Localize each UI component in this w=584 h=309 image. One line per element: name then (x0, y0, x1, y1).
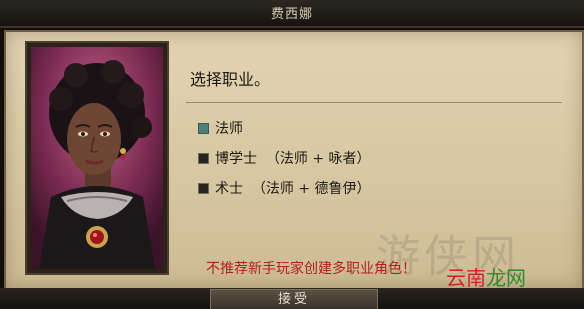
checkbox-icon[interactable] (198, 182, 209, 194)
accept-button[interactable]: 接受 (210, 289, 378, 309)
logo-part-1: 云南 (446, 266, 486, 290)
divider (186, 102, 562, 103)
class-option-sorcerer[interactable]: 术士 （法师 + 德鲁伊） (198, 178, 371, 198)
character-portrait (31, 47, 163, 269)
site-logo: 云南龙网 (446, 262, 526, 291)
class-option-label: 法师 (215, 121, 243, 137)
dialog-frame: 费西娜 选择职业。 法师 博学士 （法师 + 咏者） 术士 （法师 + 德鲁伊）… (0, 0, 584, 309)
class-option-loremaster[interactable]: 博学士 （法师 + 咏者） (198, 148, 371, 168)
class-option-wizard[interactable]: 法师 (198, 118, 243, 138)
title-bar: 费西娜 (0, 0, 584, 28)
class-option-label: 术士 （法师 + 德鲁伊） (215, 181, 371, 197)
character-name-title: 费西娜 (270, 7, 313, 22)
portrait-image (31, 47, 163, 269)
prompt-heading: 选择职业。 (190, 70, 271, 89)
logo-part-2: 龙网 (486, 266, 526, 290)
checkbox-icon[interactable] (198, 152, 209, 164)
portrait-frame (25, 41, 169, 275)
selected-checkbox-icon[interactable] (198, 122, 209, 134)
class-option-label: 博学士 （法师 + 咏者） (215, 151, 371, 167)
class-selection-panel: 选择职业。 法师 博学士 （法师 + 咏者） 术士 （法师 + 德鲁伊） 游侠网… (4, 30, 584, 290)
multiclass-warning: 不推荐新手玩家创建多职业角色！ (206, 261, 416, 277)
